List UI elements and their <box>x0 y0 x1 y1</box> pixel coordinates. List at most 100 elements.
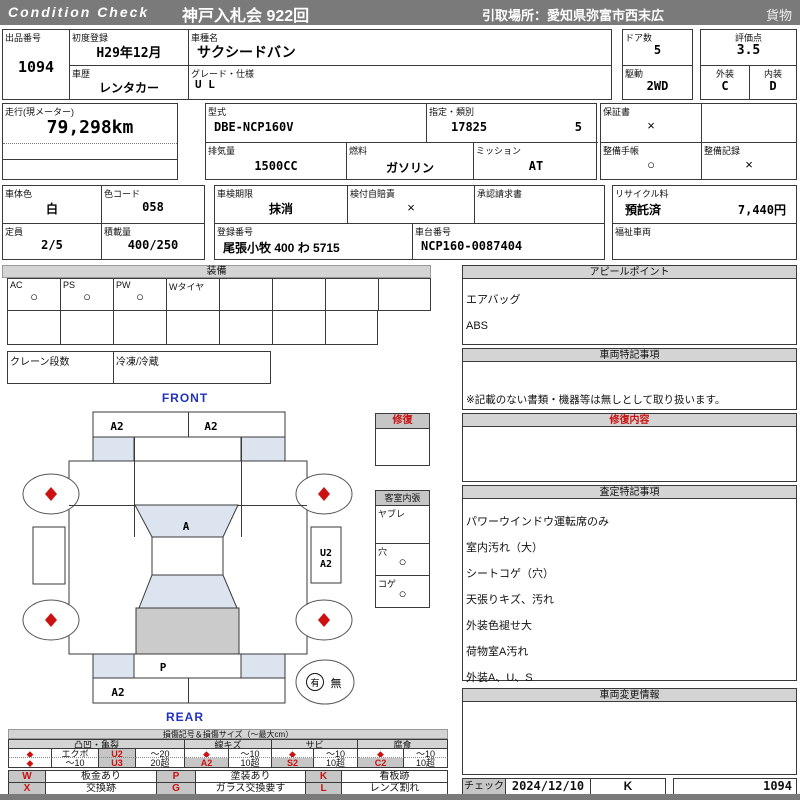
color-code-value: 058 <box>142 200 164 214</box>
rear-label: REAR <box>166 710 204 724</box>
legend-label: 〜10 <box>52 758 99 768</box>
transmission-value: AT <box>528 159 544 173</box>
front-bumper-right-code: A2 <box>204 420 217 433</box>
recycle-box: リサイクル料 預託済 7,440円 福祉車両 <box>612 185 797 260</box>
pw-mark: ○ <box>136 289 144 304</box>
fuel-value: ガソリン <box>385 161 434 175</box>
wtire-label: Wタイヤ <box>169 282 205 292</box>
field-doors: ドア数 5 <box>623 30 692 65</box>
lot-value: 1094 <box>17 58 55 76</box>
rear-gate-code: P <box>160 661 167 674</box>
score-value: 3.5 <box>736 43 761 58</box>
special-notes-title: 車両特記事項 <box>463 349 796 362</box>
crane-label: クレーン段数 <box>10 357 70 368</box>
legend-mark: ◆ <box>272 749 314 758</box>
tear-label: ヤブレ <box>378 509 406 519</box>
load-label: 積載量 <box>104 227 132 237</box>
rear-gate <box>135 607 240 655</box>
cabin-interior-title: 客室内張 <box>376 491 429 506</box>
maintenance-book-label: 整備手帳 <box>603 146 640 156</box>
legend-group-dents: 凸凹・亀裂 <box>8 739 185 749</box>
repair-flag-box: 修復 <box>375 413 430 466</box>
first-reg-value: H29年12月 <box>96 46 162 61</box>
class-sub-value: 5 <box>574 120 582 134</box>
special-notes-panel: 車両特記事項 ※記載のない書類・機器等は無しとして取り扱います。 <box>462 348 797 410</box>
field-registration-number: 登録番号 尾張小牧 400 わ 5715 <box>215 223 412 259</box>
crane-refrigeration-box: クレーン段数 冷凍/冷蔵 <box>7 351 271 384</box>
field-color-code: 色コード 058 <box>101 186 204 223</box>
recycle-label: リサイクル料 <box>615 189 669 199</box>
field-refrigeration: 冷凍/冷蔵 <box>113 352 270 383</box>
field-model-code: 型式 DBE-NCP160V <box>206 104 426 142</box>
change-info-panel: 車両変更情報 <box>462 688 797 775</box>
legend-size: 10超 <box>404 758 448 768</box>
field-warranty: 保証書 × <box>601 104 701 142</box>
capacity-value: 2/5 <box>41 238 63 252</box>
reg-no-label: 登録番号 <box>217 227 254 237</box>
special-notes-disclaimer: ※記載のない書類・機器等は無しとして取り扱います。 <box>466 394 726 406</box>
equipment-cell-pw: PW ○ <box>113 278 167 311</box>
equipment-cell-empty <box>325 278 379 311</box>
front-bumper-left-code: A2 <box>110 420 123 433</box>
check-label: チェック <box>463 779 506 794</box>
hole-mark: ○ <box>398 554 407 569</box>
rear-corner-left <box>92 653 135 679</box>
doors-value: 5 <box>653 43 662 57</box>
check-inspector: K <box>623 779 633 793</box>
equipment-cell-wtire: Wタイヤ <box>166 278 220 311</box>
approval-label: 承認請求書 <box>477 189 523 199</box>
spare-present-label: 有 <box>310 677 319 688</box>
field-recycle-fee: リサイクル料 預託済 7,440円 <box>613 186 796 223</box>
welfare-label: 福祉車両 <box>615 227 652 237</box>
model-code-value: DBE-NCP160V <box>214 120 294 134</box>
displacement-value: 1500CC <box>254 159 298 173</box>
field-history: 車歴 レンタカー <box>69 65 188 99</box>
reg-no-value: 尾張小牧 400 わ 5715 <box>223 241 340 255</box>
header-bar: Condition Check 神戸入札会 922回 引取場所：愛知県弥富市西末… <box>0 0 800 25</box>
history-value: レンタカー <box>98 81 159 95</box>
field-transmission: ミッション AT <box>473 142 598 180</box>
appeal-line: エアバッグ <box>466 294 521 306</box>
assessment-line: 天張りキズ、汚れ <box>466 594 554 606</box>
transmission-label: ミッション <box>476 146 522 156</box>
left-side-panel <box>32 526 66 585</box>
assessment-line: パワーウインドウ運転席のみ <box>466 516 609 528</box>
assessment-line: 荷物室A汚れ <box>466 646 529 658</box>
legend-label: エクボ <box>52 749 99 758</box>
hood-corner-right <box>240 436 286 462</box>
legend-desc-k: 看板跡 <box>342 770 448 783</box>
lot-number-footer-box: 1094 <box>673 778 797 795</box>
assessment-line: 外装色褪せ大 <box>466 620 532 632</box>
right-side-code-bottom: A2 <box>320 559 332 570</box>
check-date: 2024/12/10 <box>506 779 591 794</box>
repair-details-panel: 修復内容 <box>462 413 797 482</box>
spare-tire-indicator <box>295 659 355 705</box>
legend-code-w: W <box>8 770 46 783</box>
lot-label: 出品番号 <box>5 33 42 43</box>
equipment-cell-empty <box>325 310 378 345</box>
body-color-label: 車体色 <box>5 189 33 199</box>
equipment-title-bar: 装備 <box>2 265 431 278</box>
spare-absent-label: 無 <box>331 676 342 690</box>
color-code-label: 色コード <box>104 189 141 199</box>
legend-size: 〜10 <box>404 749 448 758</box>
inspection-label: 車検期限 <box>217 189 254 199</box>
legend-group-scratch: 線キズ <box>185 739 272 749</box>
field-welfare-vehicle: 福祉車両 <box>613 223 796 259</box>
rating-box: 評価点 3.5 外装 C 内装 D <box>700 29 797 100</box>
assessment-notes-content: パワーウインドウ運転席のみ 室内汚れ（大） シートコゲ（穴） 天張りキズ、汚れ … <box>466 503 793 698</box>
field-empty <box>701 104 796 142</box>
chassis-value: NCP160-0087404 <box>421 239 523 253</box>
windshield-code: A <box>183 520 190 533</box>
bottom-bar <box>0 794 800 800</box>
field-load-capacity: 積載量 400/250 <box>101 223 204 259</box>
field-body-color: 車体色 白 <box>3 186 101 223</box>
grade-value: U L <box>195 78 215 91</box>
legend-size: 〜10 <box>229 749 272 758</box>
legend-title-bar: 損傷記号＆損傷サイズ（〜最大cm） <box>8 729 448 739</box>
legend-group-corrosion: 腐食 <box>358 739 448 749</box>
field-first-registration: 初度登録 H29年12月 <box>69 30 188 65</box>
load-value: 400/250 <box>127 238 179 252</box>
displacement-label: 排気量 <box>208 146 236 156</box>
exterior-value: C <box>721 79 729 93</box>
